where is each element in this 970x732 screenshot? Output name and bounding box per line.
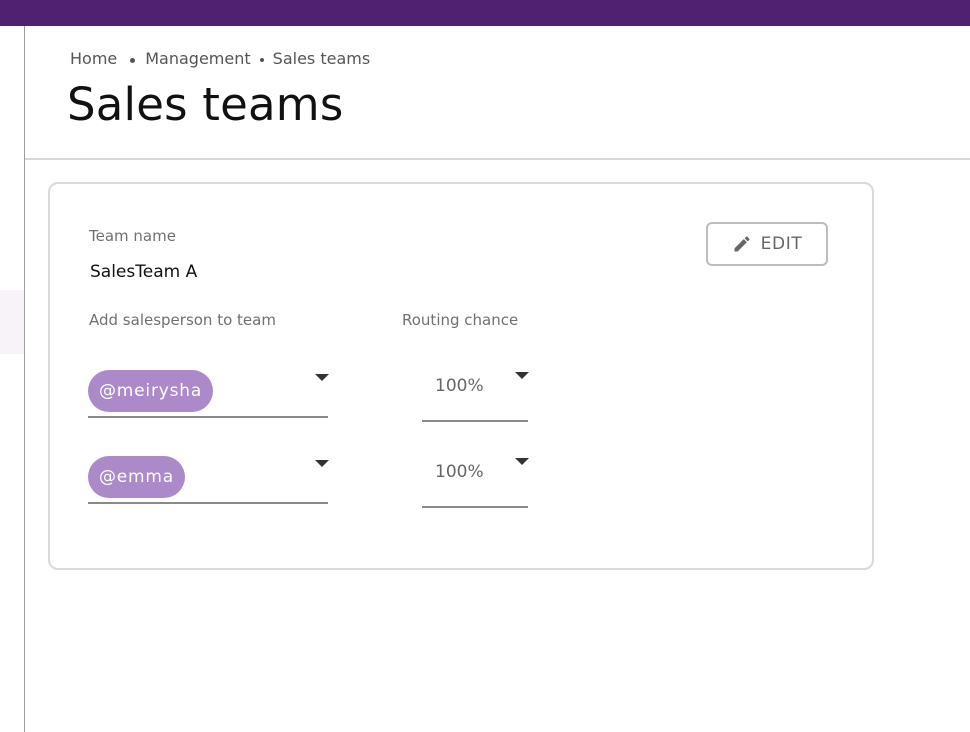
team-name-label: Team name: [89, 227, 176, 245]
caret-down-icon[interactable]: [315, 374, 329, 381]
page-title: Sales teams: [67, 78, 344, 131]
breadcrumb-sales-teams: Sales teams: [272, 48, 371, 68]
salesperson-chip[interactable]: @meirysha: [88, 370, 214, 412]
add-salesperson-label: Add salesperson to team: [89, 311, 276, 329]
salesperson-select-1[interactable]: @meirysha: [88, 368, 329, 418]
breadcrumb-separator: [130, 57, 136, 63]
routing-chance-select-1[interactable]: 100%: [422, 364, 529, 422]
pencil-icon: [734, 236, 750, 252]
caret-down-icon[interactable]: [515, 458, 529, 465]
team-card: Team name SalesTeam A EDIT Add salespers…: [48, 182, 874, 570]
breadcrumb-home[interactable]: Home: [70, 49, 117, 68]
salesperson-select-2[interactable]: @emma: [88, 454, 329, 504]
breadcrumb: Home Management Sales teams: [70, 46, 370, 70]
side-nav-active-item[interactable]: [0, 290, 24, 354]
routing-chance-value: 100%: [435, 462, 484, 482]
edit-button-label: EDIT: [760, 234, 803, 254]
caret-down-icon[interactable]: [315, 460, 329, 467]
salesperson-chip[interactable]: @emma: [88, 456, 185, 498]
breadcrumb-management[interactable]: Management: [145, 49, 250, 68]
breadcrumb-separator: [259, 58, 264, 62]
routing-chance-label: Routing chance: [402, 311, 519, 329]
team-name-value: SalesTeam A: [90, 262, 198, 282]
side-nav-border: [24, 26, 25, 732]
top-app-bar: [0, 0, 970, 26]
edit-button[interactable]: EDIT: [706, 222, 828, 266]
routing-chance-select-2[interactable]: 100%: [422, 450, 529, 508]
caret-down-icon[interactable]: [515, 372, 529, 379]
header-divider: [25, 158, 970, 160]
routing-chance-value: 100%: [435, 376, 484, 396]
